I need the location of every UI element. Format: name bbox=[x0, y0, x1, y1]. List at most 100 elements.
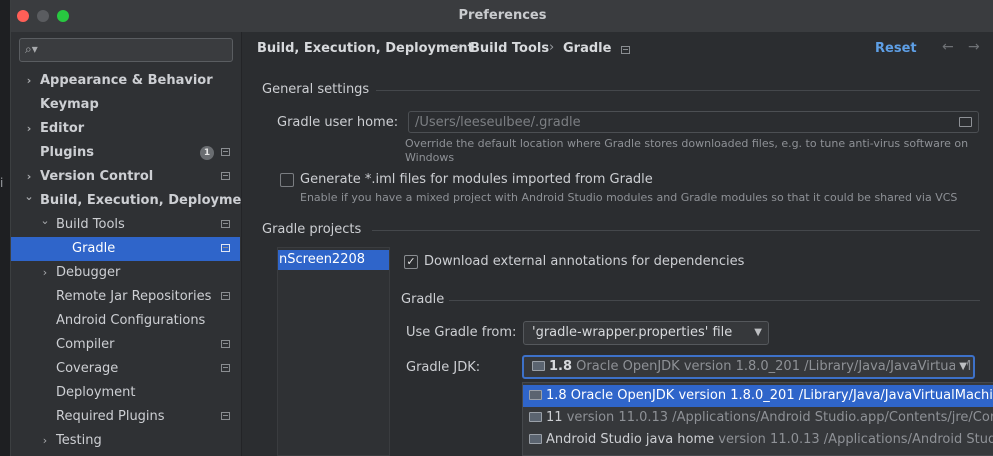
sidebar-item-deployment[interactable]: Deployment bbox=[11, 381, 240, 405]
jdk-option[interactable]: 1.8 Oracle OpenJDK version 1.8.0_201 /Li… bbox=[523, 385, 993, 407]
sidebar-item-coverage[interactable]: Coverage bbox=[11, 357, 240, 381]
jdk-option[interactable]: 11 version 11.0.13 /Applications/Android… bbox=[523, 407, 993, 429]
section-divider bbox=[372, 230, 980, 231]
background-glyph: i bbox=[0, 176, 4, 190]
project-level-icon bbox=[221, 148, 230, 156]
jdk-option-detail: version 11.0.13 /Applications/Android St… bbox=[566, 410, 993, 425]
breadcrumb-item: Gradle bbox=[563, 41, 612, 56]
project-level-icon bbox=[221, 364, 230, 372]
gradle-user-home-label: Gradle user home: bbox=[277, 115, 399, 130]
sidebar-item-compiler[interactable]: Compiler bbox=[11, 333, 240, 357]
sidebar-item-required-plugins[interactable]: Required Plugins bbox=[11, 405, 240, 429]
jdk-icon bbox=[529, 412, 542, 422]
sidebar-item-gradle[interactable]: Gradle bbox=[11, 237, 240, 261]
project-level-icon bbox=[221, 292, 230, 300]
gradle-projects-heading: Gradle projects bbox=[262, 222, 362, 237]
sidebar-item-plugins[interactable]: Plugins 1 bbox=[11, 141, 240, 165]
gradle-project-item[interactable]: nScreen2208 bbox=[278, 250, 389, 270]
breadcrumb-item[interactable]: Build, Execution, Deployment bbox=[257, 41, 474, 56]
project-level-icon bbox=[221, 412, 230, 420]
search-input[interactable]: ⌕▾ bbox=[19, 38, 233, 62]
reset-button[interactable]: Reset bbox=[875, 41, 917, 56]
sidebar-item-label: Coverage bbox=[56, 361, 119, 376]
expand-arrow-icon[interactable]: › bbox=[23, 117, 35, 141]
forward-arrow-icon[interactable]: → bbox=[968, 39, 980, 55]
expand-arrow-icon[interactable]: › bbox=[23, 69, 35, 93]
sidebar-item-label: Gradle bbox=[72, 241, 116, 256]
jdk-option[interactable]: Android Studio java home version 11.0.13… bbox=[523, 429, 993, 451]
project-level-icon bbox=[621, 46, 630, 54]
plugin-update-badge: 1 bbox=[200, 146, 214, 160]
expand-arrow-icon[interactable]: › bbox=[39, 261, 51, 285]
search-icon: ⌕▾ bbox=[25, 42, 38, 56]
jdk-icon bbox=[532, 361, 545, 371]
jdk-icon bbox=[529, 434, 542, 444]
sidebar-item-editor[interactable]: › Editor bbox=[11, 117, 240, 141]
title-bar: Preferences bbox=[11, 0, 993, 33]
gradle-jdk-version: 1.8 bbox=[549, 359, 573, 374]
folder-icon[interactable] bbox=[959, 117, 972, 127]
gradle-user-home-hint: Override the default location where Grad… bbox=[405, 137, 969, 150]
sidebar-item-remote-jar-repositories[interactable]: Remote Jar Repositories bbox=[11, 285, 240, 309]
sidebar-item-debugger[interactable]: › Debugger bbox=[11, 261, 240, 285]
use-gradle-from-dropdown[interactable]: 'gradle-wrapper.properties' file ▼ bbox=[523, 321, 769, 345]
sidebar-item-label: Testing bbox=[56, 433, 102, 448]
download-annotations-label[interactable]: Download external annotations for depend… bbox=[424, 254, 744, 269]
expand-arrow-icon[interactable]: › bbox=[39, 429, 51, 453]
sidebar-item-keymap[interactable]: Keymap bbox=[11, 93, 240, 117]
background-window-edge: i bbox=[0, 0, 10, 456]
jdk-option-partial[interactable] bbox=[523, 451, 993, 455]
breadcrumb-separator: › bbox=[549, 40, 555, 55]
gradle-jdk-detail: Oracle OpenJDK version 1.8.0_201 /Librar… bbox=[576, 359, 972, 374]
sidebar-item-label: Compiler bbox=[56, 337, 115, 352]
collapse-arrow-icon[interactable]: ⌄ bbox=[39, 209, 51, 233]
gradle-user-home-field[interactable]: /Users/leeseulbee/.gradle bbox=[408, 111, 979, 133]
use-gradle-from-label: Use Gradle from: bbox=[406, 325, 517, 340]
gradle-jdk-dropdown[interactable]: 1.8 Oracle OpenJDK version 1.8.0_201 /Li… bbox=[522, 355, 975, 379]
download-annotations-checkbox[interactable]: ✓ bbox=[404, 255, 418, 269]
gradle-subsection-heading: Gradle bbox=[401, 292, 445, 307]
gradle-projects-list[interactable]: nScreen2208 bbox=[277, 247, 390, 456]
project-level-icon bbox=[221, 220, 230, 228]
sidebar-item-testing[interactable]: › Testing bbox=[11, 429, 240, 453]
generate-iml-label[interactable]: Generate *.iml files for modules importe… bbox=[300, 172, 653, 187]
sidebar-item-version-control[interactable]: › Version Control bbox=[11, 165, 240, 189]
window-title: Preferences bbox=[458, 8, 547, 23]
gradle-jdk-label: Gradle JDK: bbox=[406, 360, 481, 375]
sidebar-item-appearance-behavior[interactable]: › Appearance & Behavior bbox=[11, 69, 240, 93]
sidebar-item-label: Version Control bbox=[40, 169, 154, 184]
jdk-option-name: 11 bbox=[546, 410, 563, 425]
gradle-jdk-popup: 1.8 Oracle OpenJDK version 1.8.0_201 /Li… bbox=[522, 382, 993, 456]
sidebar-item-label: Required Plugins bbox=[56, 409, 165, 424]
dropdown-arrow-icon: ▼ bbox=[955, 357, 967, 377]
sidebar-item-label: Appearance & Behavior bbox=[40, 73, 213, 88]
sidebar-item-android-configurations[interactable]: Android Configurations bbox=[11, 309, 240, 333]
generate-iml-checkbox[interactable] bbox=[280, 173, 294, 187]
use-gradle-from-value: 'gradle-wrapper.properties' file bbox=[532, 325, 733, 340]
back-arrow-icon[interactable]: ← bbox=[942, 39, 954, 55]
gradle-user-home-value: /Users/leeseulbee/.gradle bbox=[415, 115, 581, 130]
general-settings-heading: General settings bbox=[262, 82, 370, 97]
project-level-icon bbox=[221, 340, 230, 348]
sidebar-item-label: Deployment bbox=[56, 385, 136, 400]
project-level-icon bbox=[221, 244, 230, 252]
jdk-option-detail: version 11.0.13 /Applications/Android St… bbox=[718, 432, 993, 447]
sidebar-item-build-tools[interactable]: ⌄ Build Tools bbox=[11, 213, 240, 237]
breadcrumb-item[interactable]: Build Tools bbox=[470, 41, 549, 56]
settings-sidebar: ⌕▾ › Appearance & Behavior Keymap › Edit… bbox=[11, 32, 257, 456]
project-level-icon bbox=[221, 172, 230, 180]
settings-content: Build, Execution, Deployment › Build Too… bbox=[242, 32, 993, 456]
jdk-icon bbox=[529, 390, 542, 400]
sidebar-item-label: Build Tools bbox=[56, 217, 125, 232]
generate-iml-hint: Enable if you have a mixed project with … bbox=[300, 191, 958, 204]
sidebar-item-label: Debugger bbox=[56, 265, 121, 280]
sidebar-item-label: Build, Execution, Deployment bbox=[40, 193, 257, 208]
sidebar-item-label: Keymap bbox=[40, 97, 99, 112]
collapse-arrow-icon[interactable]: ⌄ bbox=[23, 185, 35, 209]
jdk-option-name: Android Studio java home bbox=[546, 432, 715, 447]
dropdown-arrow-icon: ▼ bbox=[754, 327, 762, 338]
gradle-user-home-hint: Windows bbox=[405, 151, 455, 164]
sidebar-item-label: Editor bbox=[40, 121, 85, 136]
sidebar-item-label: Plugins bbox=[40, 145, 94, 160]
breadcrumb-separator: › bbox=[455, 40, 461, 55]
